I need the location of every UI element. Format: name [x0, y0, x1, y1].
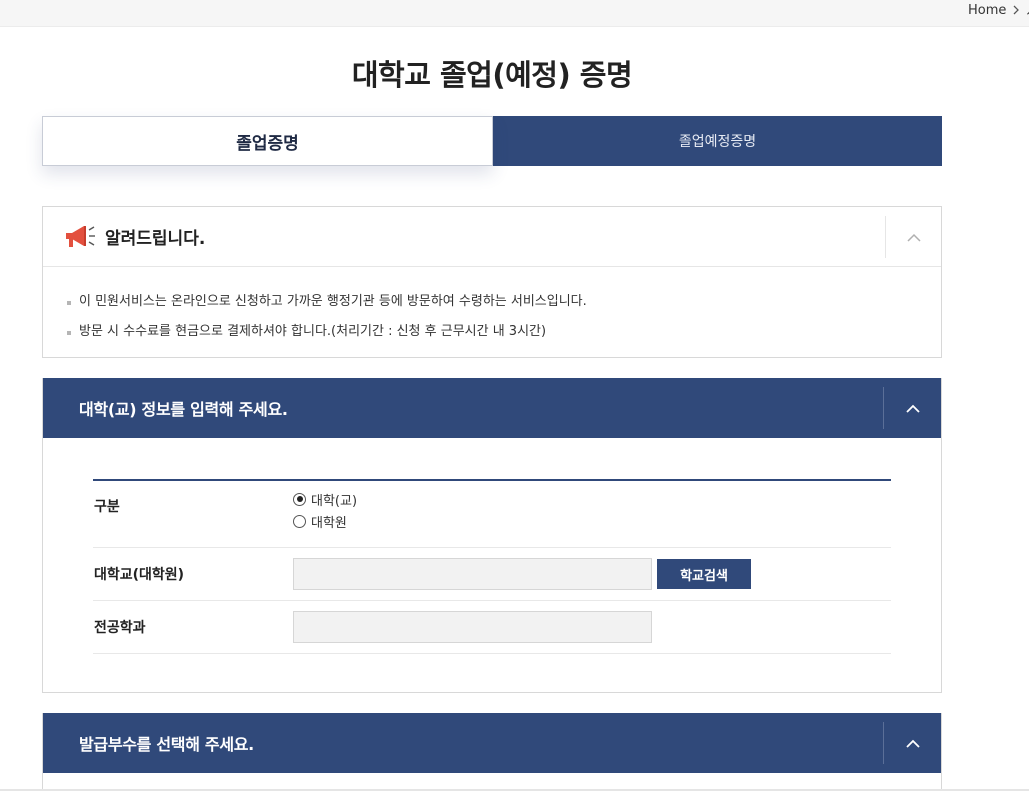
- notice-title: 알려드립니다.: [105, 229, 206, 249]
- copies-header: 발급부수를 선택해 주세요.: [43, 713, 941, 773]
- university-form: 구분 대학(교) 대학원 대학교(대학원) 학교검색 전공학과: [93, 479, 891, 654]
- notice-box: 알려드립니다. 이 민원서비스는 온라인으로 신청하고 가까운 행정기관 등에 …: [42, 206, 942, 358]
- major-label: 전공학과: [94, 620, 146, 636]
- notice-item: 이 민원서비스는 온라인으로 신청하고 가까운 행정기관 등에 방문하여 수령하…: [67, 287, 941, 317]
- university-info-collapse-button[interactable]: [883, 387, 941, 429]
- radio-unchecked-icon: [293, 514, 306, 528]
- notice-header: 알려드립니다.: [43, 207, 941, 267]
- chevron-up-icon: [905, 734, 921, 753]
- school-input[interactable]: [293, 558, 652, 590]
- form-row-school: 대학교(대학원) 학교검색: [93, 548, 891, 601]
- tab-expected-graduation-certificate[interactable]: 졸업예정증명: [493, 116, 942, 166]
- copies-title: 발급부수를 선택해 주세요.: [79, 735, 254, 754]
- school-label: 대학교(대학원): [94, 567, 185, 583]
- university-info-section: 대학(교) 정보를 입력해 주세요. 구분 대학(교) 대학원 대학교(대학원): [42, 378, 942, 693]
- tab-bar: 졸업증명 졸업예정증명: [42, 116, 942, 166]
- notice-list: 이 민원서비스는 온라인으로 신청하고 가까운 행정기관 등에 방문하여 수령하…: [43, 267, 941, 347]
- tab-graduation-certificate[interactable]: 졸업증명: [42, 116, 493, 166]
- top-bar: Home 서: [0, 0, 1029, 27]
- copies-section: 발급부수를 선택해 주세요.: [42, 713, 942, 791]
- radio-university-label: 대학(교): [311, 493, 358, 509]
- breadcrumb: Home 서: [968, 1, 1029, 20]
- school-search-button[interactable]: 학교검색: [657, 559, 751, 589]
- chevron-right-icon: [1012, 4, 1020, 18]
- university-info-title: 대학(교) 정보를 입력해 주세요.: [79, 400, 288, 419]
- chevron-up-icon: [906, 228, 922, 247]
- radio-checked-icon: [293, 492, 306, 506]
- university-info-header: 대학(교) 정보를 입력해 주세요.: [43, 378, 941, 438]
- radio-graduate-school-label: 대학원: [311, 515, 347, 531]
- page-title: 대학교 졸업(예정) 증명: [351, 58, 633, 92]
- notice-collapse-button[interactable]: [885, 216, 941, 258]
- copies-collapse-button[interactable]: [883, 722, 941, 764]
- radio-university[interactable]: 대학(교): [293, 488, 891, 510]
- radio-graduate-school[interactable]: 대학원: [293, 510, 891, 532]
- type-label: 구분: [94, 499, 120, 515]
- form-row-type: 구분 대학(교) 대학원: [93, 481, 891, 548]
- type-radio-group: 대학(교) 대학원: [293, 488, 891, 547]
- major-input[interactable]: [293, 611, 652, 643]
- notice-item: 방문 시 수수료를 현금으로 결제하셔야 합니다.(처리기간 : 신청 후 근무…: [67, 317, 941, 347]
- breadcrumb-home[interactable]: Home: [968, 3, 1006, 18]
- megaphone-icon: [63, 222, 97, 252]
- chevron-up-icon: [905, 399, 921, 418]
- form-row-major: 전공학과: [93, 601, 891, 654]
